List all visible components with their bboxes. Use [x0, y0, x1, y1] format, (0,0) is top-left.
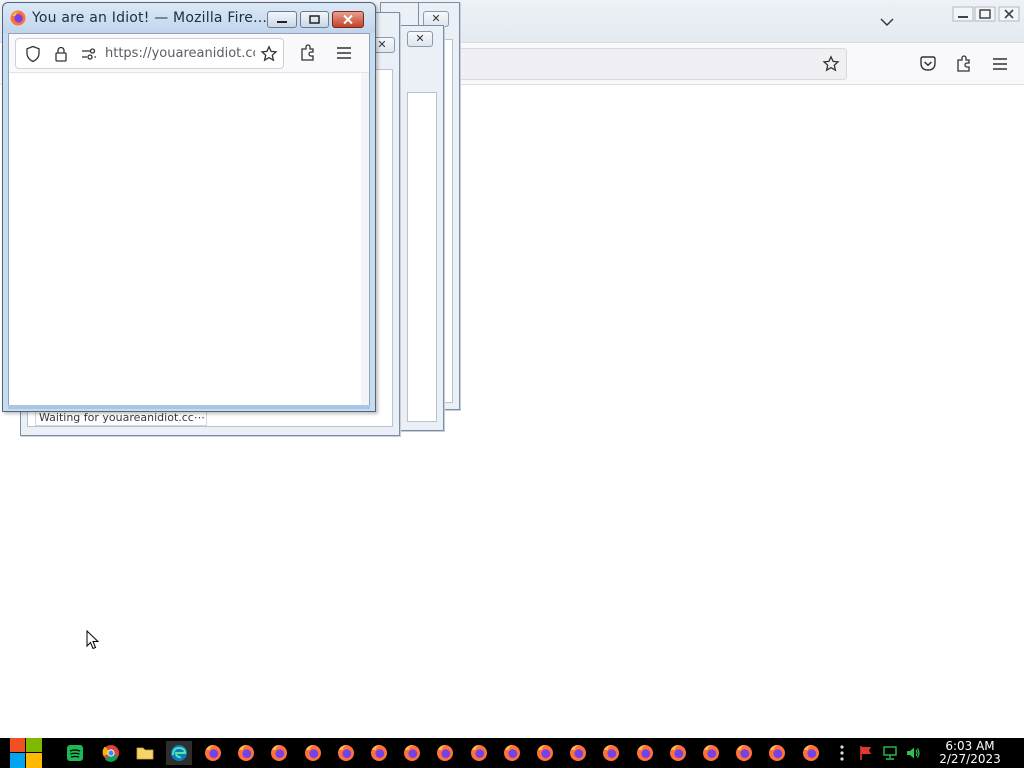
taskbar: 6:03 AM 2/27/2023 — [0, 738, 1024, 768]
maximize-button[interactable] — [300, 11, 329, 28]
bookmark-star-icon[interactable] — [822, 55, 840, 73]
mouse-pointer-icon — [86, 630, 100, 650]
action-center-flag-icon[interactable] — [858, 745, 874, 761]
firefox-taskbar-icon[interactable] — [399, 741, 425, 765]
extensions-puzzle-icon[interactable] — [299, 44, 317, 62]
firefox-taskbar-icon[interactable] — [266, 741, 292, 765]
firefox-taskbar-icon[interactable] — [698, 741, 724, 765]
list-all-tabs-chevron-icon[interactable] — [878, 13, 896, 31]
popup-client-area — [407, 92, 437, 422]
maximize-icon — [309, 15, 320, 24]
firefox-taskbar-icon[interactable] — [366, 741, 392, 765]
firefox-taskbar-icon[interactable] — [466, 741, 492, 765]
clock-date: 2/27/2023 — [939, 752, 1001, 766]
close-icon[interactable] — [998, 6, 1020, 22]
window-bottom-border — [8, 405, 370, 409]
firefox-taskbar-icon[interactable] — [300, 741, 326, 765]
extensions-puzzle-icon[interactable] — [954, 54, 974, 74]
taskbar-clock[interactable]: 6:03 AM 2/27/2023 — [934, 740, 1006, 766]
firefox-taskbar-icon[interactable] — [200, 741, 226, 765]
window-titlebar[interactable]: You are an Idiot! — Mozilla Fire... — [3, 3, 375, 33]
hamburger-menu-icon[interactable] — [990, 54, 1010, 74]
chrome-app-icon[interactable] — [98, 741, 124, 765]
firefox-taskbar-icon[interactable] — [432, 741, 458, 765]
minimize-icon — [277, 21, 287, 23]
network-icon[interactable] — [882, 745, 898, 761]
background-url-bar[interactable] — [420, 48, 847, 80]
hamburger-menu-icon[interactable] — [335, 44, 353, 62]
permissions-icon[interactable] — [80, 45, 98, 63]
file-explorer-icon[interactable] — [132, 741, 158, 765]
close-icon — [343, 14, 353, 25]
volume-icon[interactable] — [905, 745, 921, 761]
firefox-taskbar-icon[interactable] — [632, 741, 658, 765]
url-bar[interactable]: https://youareanidiot.cc — [15, 38, 284, 69]
close-button[interactable] — [332, 11, 364, 28]
popup-nav-toolbar: https://youareanidiot.cc — [9, 34, 369, 73]
minimize-icon[interactable] — [952, 6, 974, 22]
minimize-button[interactable] — [267, 11, 297, 28]
firefox-taskbar-icon[interactable] — [233, 741, 259, 765]
firefox-taskbar-icon[interactable] — [764, 741, 790, 765]
firefox-taskbar-icon[interactable] — [598, 741, 624, 765]
restore-icon[interactable] — [974, 6, 996, 22]
front-popup-window[interactable]: You are an Idiot! — Mozilla Fire... http… — [2, 2, 376, 412]
tracking-shield-icon[interactable] — [24, 45, 42, 63]
pocket-icon[interactable] — [918, 54, 938, 74]
firefox-taskbar-icon[interactable] — [499, 741, 525, 765]
firefox-taskbar-icon[interactable] — [665, 741, 691, 765]
popup-close-icon[interactable]: ✕ — [407, 31, 433, 47]
window-client-area: https://youareanidiot.cc — [8, 33, 370, 407]
bookmark-star-icon[interactable] — [260, 45, 278, 63]
background-caption-buttons — [924, 2, 1024, 26]
firefox-taskbar-icon[interactable] — [565, 741, 591, 765]
vertical-scrollbar[interactable] — [361, 73, 369, 406]
windows-start-icon[interactable] — [9, 738, 43, 768]
firefox-taskbar-icon[interactable] — [798, 741, 824, 765]
edge-app-icon[interactable] — [166, 741, 192, 765]
firefox-logo-icon — [10, 10, 26, 26]
stacked-popup-window[interactable]: ✕ — [400, 25, 444, 431]
lock-icon[interactable] — [52, 45, 70, 63]
firefox-taskbar-icon[interactable] — [731, 741, 757, 765]
firefox-taskbar-icon[interactable] — [532, 741, 558, 765]
window-title: You are an Idiot! — Mozilla Fire... — [32, 10, 268, 26]
url-text[interactable]: https://youareanidiot.cc — [105, 46, 255, 61]
firefox-taskbar-icon[interactable] — [333, 741, 359, 765]
spotify-app-icon[interactable] — [62, 741, 88, 765]
more-icon[interactable] — [837, 743, 847, 763]
